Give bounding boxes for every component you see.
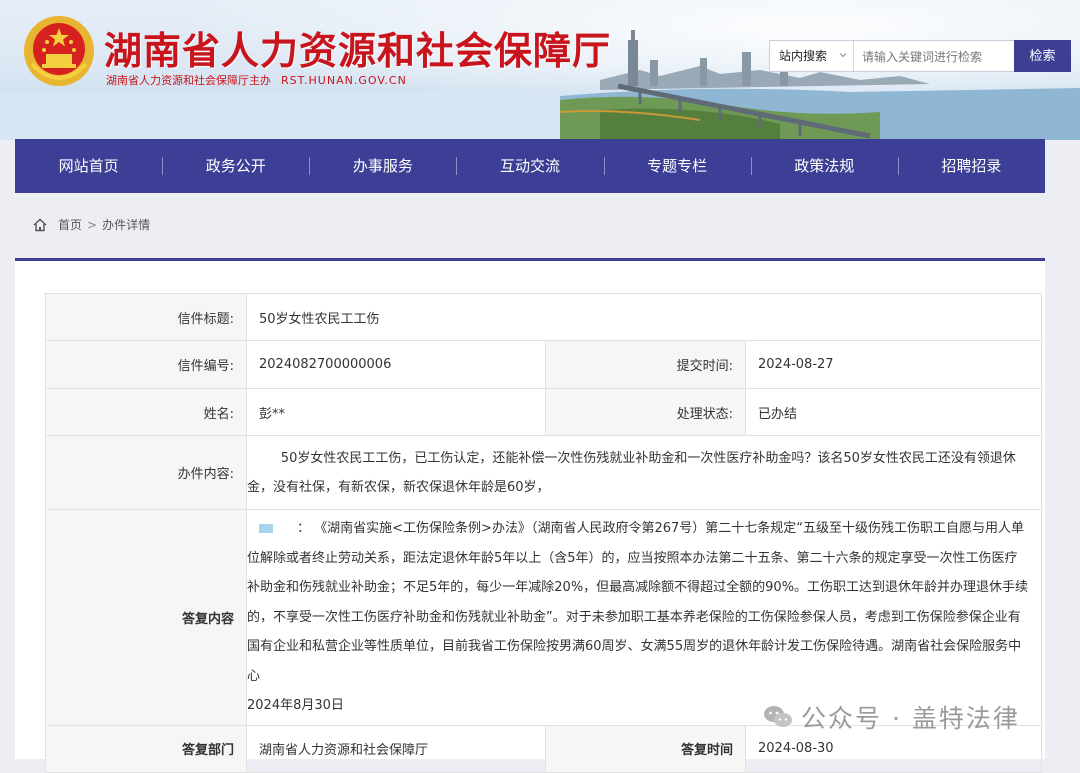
reply-cell: ： 《湖南省实施<工伤保险条例>办法》（湖南省人民政府令第267号）第二十七条规… — [246, 509, 1042, 726]
number-label: 信件编号: — [45, 340, 247, 389]
watermark-text: 公众号 · 盖特法律 — [801, 704, 1020, 733]
reply-text: 《湖南省实施<工伤保险条例>办法》（湖南省人民政府令第267号）第二十七条规定“… — [247, 521, 1029, 684]
national-emblem-icon — [24, 16, 94, 86]
breadcrumb-current: 办件详情 — [102, 218, 151, 232]
content-label: 办件内容: — [45, 435, 247, 510]
nav-recruitment[interactable]: 招聘招录 — [897, 139, 1045, 193]
reply-time-label: 答复时间 — [545, 724, 746, 773]
nav-home[interactable]: 网站首页 — [15, 139, 162, 193]
site-header: 湖南省人力资源和社会保障厅 湖南省人力资源和社会保障厅主办 RST.HUNAN.G… — [0, 0, 1080, 140]
table-row: 信件标题: 50岁女性农民工工伤 — [45, 293, 1042, 341]
table-row: 信件编号: 2024082700000006 提交时间: 2024-08-27 — [45, 340, 1042, 389]
site-title: 湖南省人力资源和社会保障厅 — [104, 28, 612, 73]
nav-interaction[interactable]: 互动交流 — [456, 139, 603, 193]
letter-title: 50岁女性农民工工伤 — [246, 293, 1042, 341]
nav-special-topics[interactable]: 专题专栏 — [603, 139, 751, 193]
breadcrumb-separator: > — [87, 217, 98, 232]
dept-label: 答复部门 — [45, 724, 247, 773]
nav-government-affairs[interactable]: 政务公开 — [162, 139, 309, 193]
submit-time-label: 提交时间: — [545, 340, 746, 389]
sender-name: 彭** — [246, 388, 546, 436]
search-scope-label: 站内搜索 — [779, 49, 828, 63]
letter-number: 2024082700000006 — [246, 340, 546, 389]
breadcrumb-home[interactable]: 首页 — [58, 216, 82, 233]
site-domain: RST.HUNAN.GOV.CN — [281, 74, 407, 87]
detail-panel: 信件标题: 50岁女性农民工工伤 信件编号: 2024082700000006 … — [15, 258, 1045, 773]
search-box: 站内搜索 检索 — [769, 40, 1071, 72]
table-row: 答复内容 ： 《湖南省实施<工伤保险条例>办法》（湖南省人民政府令第267号）第… — [45, 509, 1042, 726]
nav-policies[interactable]: 政策法规 — [750, 139, 898, 193]
home-icon[interactable] — [32, 217, 48, 233]
status-value: 已办结 — [745, 388, 1042, 436]
table-row: 姓名: 彭** 处理状态: 已办结 — [45, 388, 1042, 436]
search-button[interactable]: 检索 — [1014, 40, 1071, 72]
reply-lead: ： — [297, 521, 311, 536]
submit-time: 2024-08-27 — [745, 340, 1042, 389]
site-subtitle: 湖南省人力资源和社会保障厅主办 RST.HUNAN.GOV.CN — [106, 72, 407, 88]
reply-content: ： 《湖南省实施<工伤保险条例>办法》（湖南省人民政府令第267号）第二十七条规… — [247, 510, 1029, 725]
redaction-mark — [259, 524, 273, 533]
status-label: 处理状态: — [545, 388, 746, 436]
name-label: 姓名: — [45, 388, 247, 436]
search-scope-select[interactable]: 站内搜索 — [770, 41, 854, 71]
title-label: 信件标题: — [45, 293, 247, 341]
watermark: 公众号 · 盖特法律 — [763, 699, 1020, 735]
table-row: 办件内容: 50岁女性农民工工伤，已工伤认定，还能补偿一次性伤残就业补助金和一次… — [45, 435, 1042, 510]
content-cell: 50岁女性农民工工伤，已工伤认定，还能补偿一次性伤残就业补助金和一次性医疗补助金… — [246, 435, 1042, 510]
chevron-down-icon — [839, 53, 847, 58]
search-input[interactable] — [856, 42, 1020, 72]
wechat-icon — [764, 706, 792, 727]
nav-services[interactable]: 办事服务 — [309, 139, 456, 193]
reply-dept: 湖南省人力资源和社会保障厅 — [246, 724, 546, 773]
site-sponsor: 湖南省人力资源和社会保障厅主办 — [106, 74, 271, 87]
main-nav: 网站首页 政务公开 办事服务 互动交流 专题专栏 政策法规 招聘招录 — [15, 139, 1045, 193]
reply-label: 答复内容 — [45, 509, 247, 726]
reply-date: 2024年8月30日 — [247, 698, 344, 713]
letter-content: 50岁女性农民工工伤，已工伤认定，还能补偿一次性伤残就业补助金和一次性医疗补助金… — [247, 450, 1016, 495]
breadcrumb: 首页 > 办件详情 — [32, 216, 150, 233]
